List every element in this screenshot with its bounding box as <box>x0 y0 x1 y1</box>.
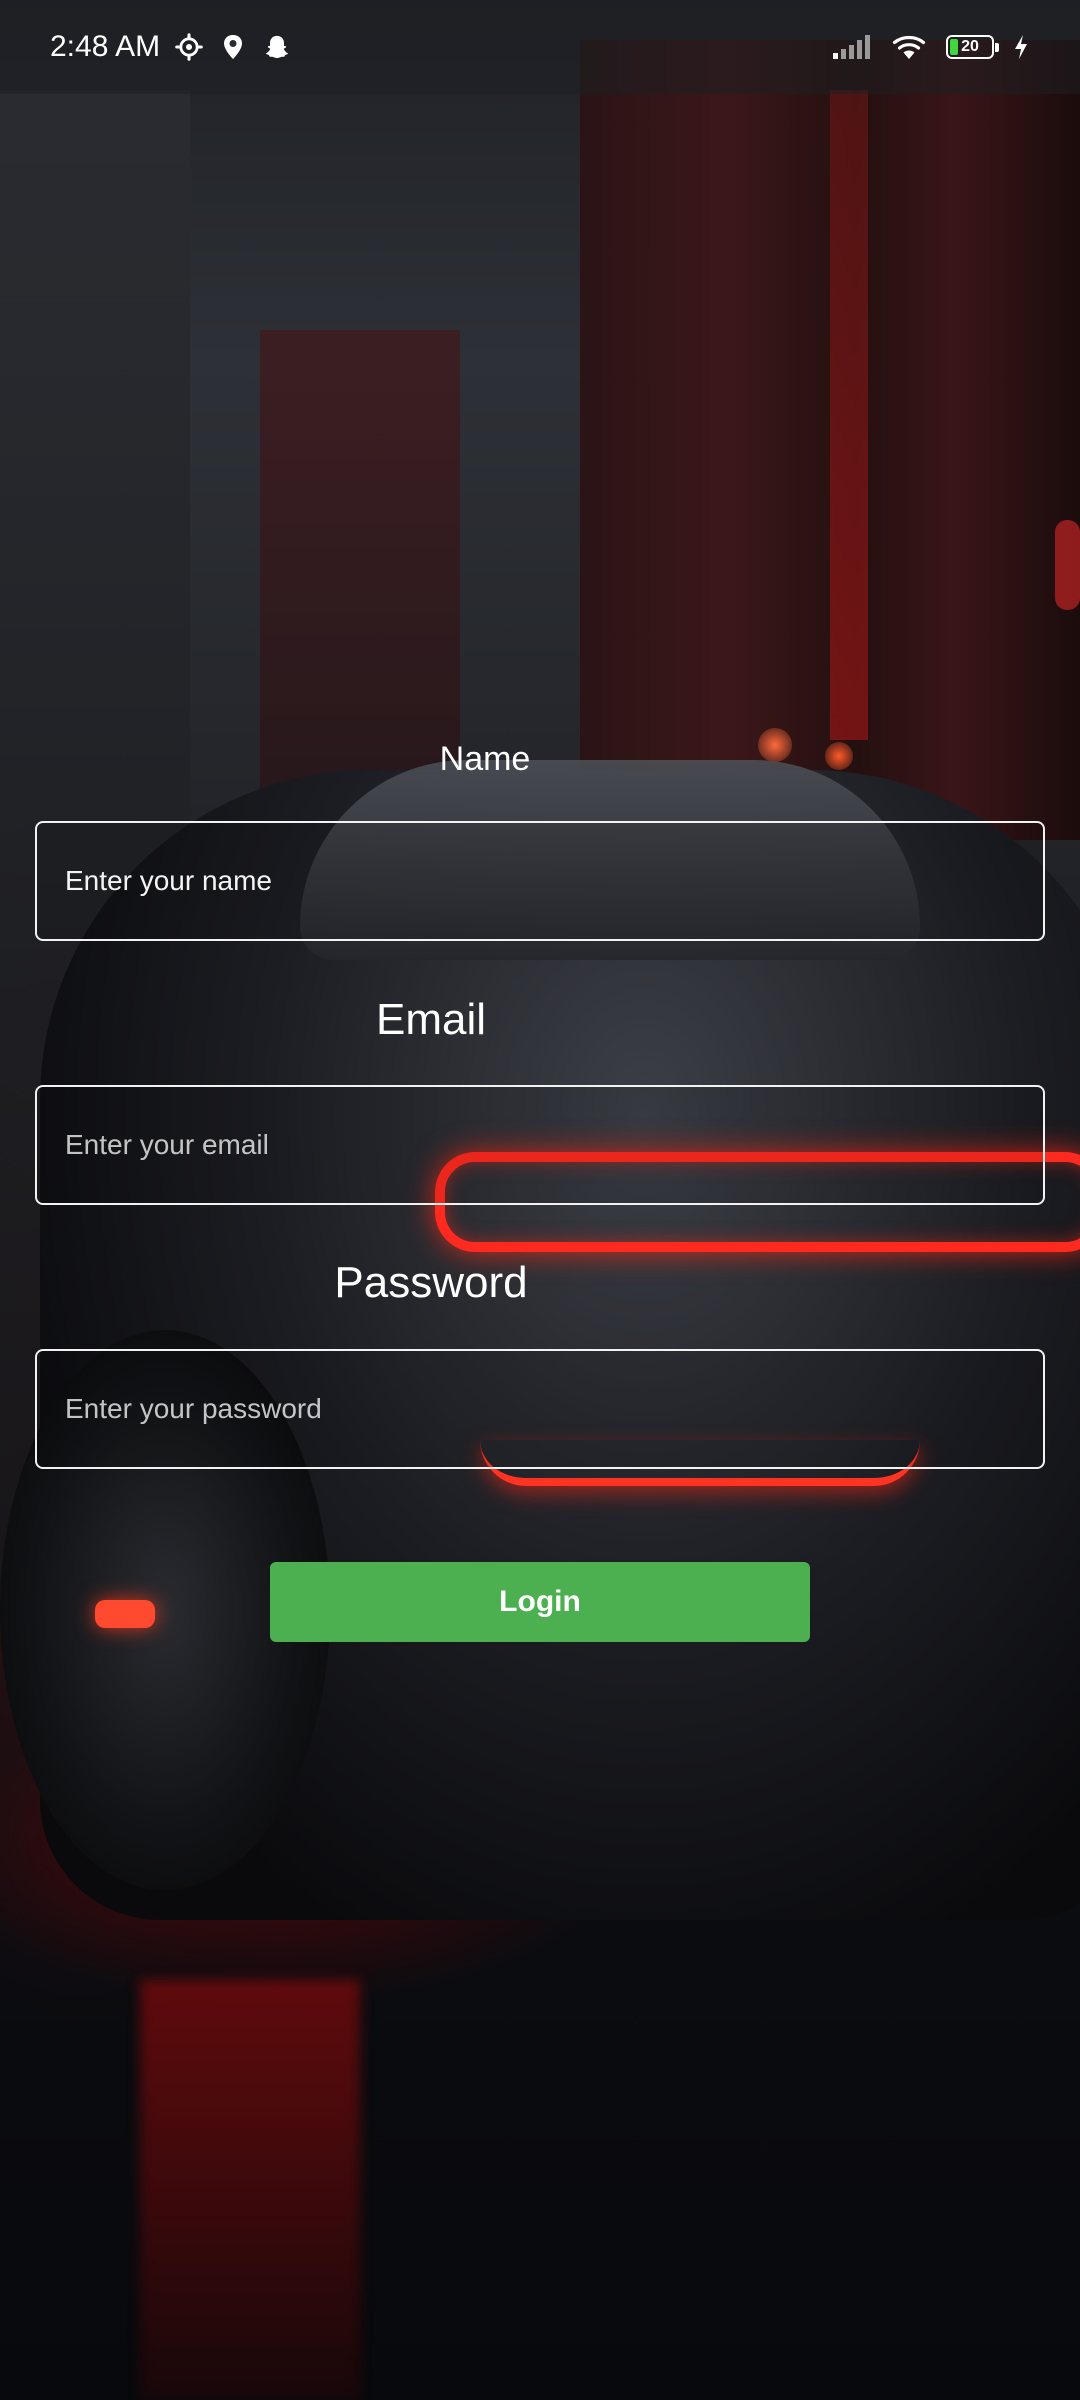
name-input[interactable] <box>63 864 1017 898</box>
wifi-icon <box>890 32 928 62</box>
battery-level: 20 <box>961 38 979 55</box>
password-field[interactable] <box>35 1349 1045 1469</box>
status-bar-left: 2:48 AM <box>50 30 292 64</box>
background-car-fender-light <box>95 1600 155 1628</box>
login-button[interactable]: Login <box>270 1562 810 1642</box>
email-field[interactable] <box>35 1085 1045 1205</box>
password-input[interactable] <box>63 1392 1017 1426</box>
status-bar-right: 20 <box>830 32 1030 62</box>
name-field[interactable] <box>35 821 1045 941</box>
background-red-light-strip <box>830 90 868 740</box>
settings-gear-icon <box>174 32 204 62</box>
status-bar: 2:48 AM 20 <box>0 0 1080 94</box>
charging-bolt-icon <box>1012 32 1030 62</box>
email-input[interactable] <box>63 1128 1017 1162</box>
background-road-reflection <box>140 1980 360 2400</box>
status-time: 2:48 AM <box>50 30 161 63</box>
email-label: Email <box>375 995 487 1044</box>
login-screen: 2:48 AM 20 Name Enter your name Email En… <box>0 0 1080 2400</box>
password-label: Password <box>334 1258 528 1307</box>
cell-signal-icon <box>830 32 872 62</box>
location-pin-icon <box>218 32 248 62</box>
battery-fill <box>950 39 958 55</box>
background-side-light <box>1055 520 1080 610</box>
battery-icon: 20 <box>946 35 999 59</box>
snapchat-ghost-icon <box>262 32 292 62</box>
name-label: Name <box>439 740 531 778</box>
